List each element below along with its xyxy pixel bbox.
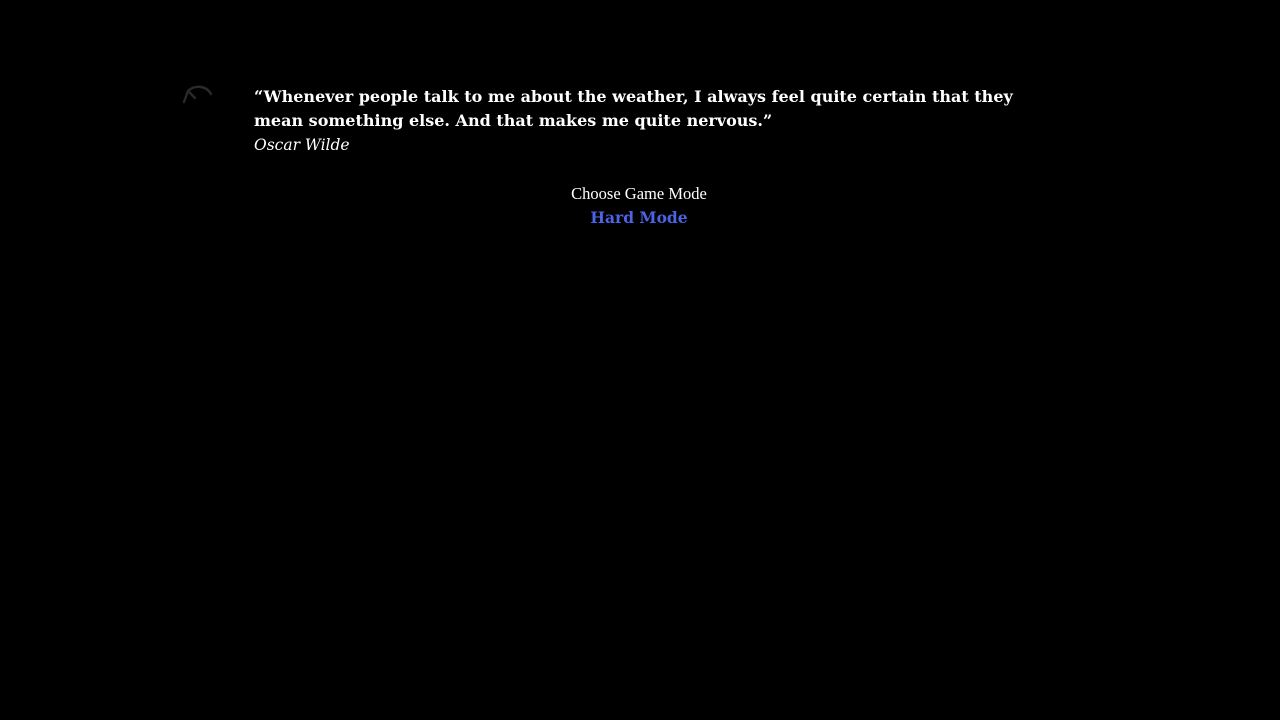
game-page: “Whenever people talk to me about the we… <box>0 0 1280 720</box>
undo-button[interactable] <box>180 82 216 108</box>
quote-text: “Whenever people talk to me about the we… <box>254 87 1013 130</box>
undo-arrow-icon <box>182 85 213 104</box>
quote-author: Oscar Wilde <box>254 136 350 154</box>
game-mode-menu: Choose Game Mode Hard Mode <box>0 182 1278 230</box>
game-mode-title: Choose Game Mode <box>571 184 707 203</box>
quote-block: “Whenever people talk to me about the we… <box>254 85 1014 157</box>
hard-mode-link[interactable]: Hard Mode <box>590 206 687 230</box>
